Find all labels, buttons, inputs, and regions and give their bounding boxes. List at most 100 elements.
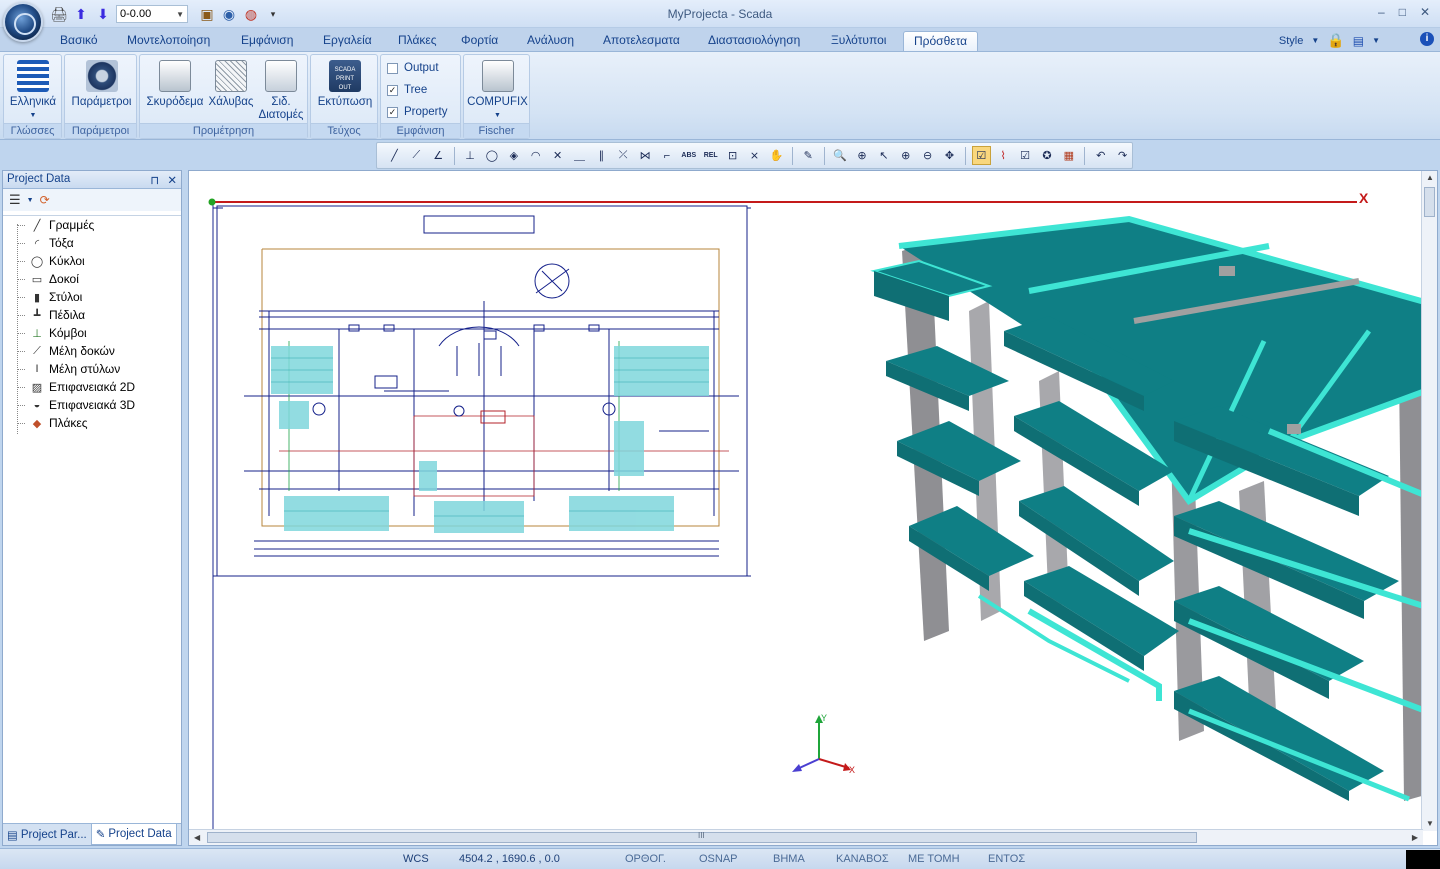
tree-checkbox[interactable]: ✓ Tree <box>387 84 427 96</box>
horizontal-scrollbar[interactable]: ◀ III ▶ <box>189 829 1423 845</box>
close-button[interactable]: ✕ <box>1420 5 1430 19</box>
zoom-in-icon[interactable]: ⊕ <box>896 146 915 165</box>
level-combo[interactable]: 0-0.00 ▼ <box>116 5 188 23</box>
tab-modeling[interactable]: Μοντελοποίηση <box>127 31 210 51</box>
perpendicular-icon[interactable]: ⊥ <box>461 146 480 165</box>
tab-loads[interactable]: Φορτία <box>461 31 498 51</box>
style-dropdown[interactable]: Style <box>1279 35 1303 47</box>
status-grid[interactable]: ΚΑΝΑΒΟΣ <box>836 853 889 865</box>
status-ortho[interactable]: ΟΡΘΟΓ. <box>625 853 666 865</box>
line-icon[interactable]: ╱ <box>385 146 404 165</box>
badge-check-icon[interactable]: ✪ <box>1038 146 1057 165</box>
parallel-icon[interactable]: ∥ <box>592 146 611 165</box>
maximize-button[interactable]: □ <box>1399 5 1406 19</box>
concrete-button[interactable]: Σκυρόδεμα <box>144 58 206 109</box>
application-menu-button[interactable] <box>3 2 43 42</box>
tree-item-surface-2d[interactable]: ▨ Επιφανειακά 2D <box>3 378 181 396</box>
undo-icon[interactable]: ↶ <box>1091 146 1110 165</box>
tab-slabs[interactable]: Πλάκες <box>398 31 437 51</box>
drawing-canvas[interactable]: X Y X ▲ ▼ ◀ III ▶ <box>188 170 1438 846</box>
checkbox-tree[interactable]: ✓ <box>387 84 398 96</box>
chevron-down-icon[interactable]: ▼ <box>1311 36 1319 45</box>
scroll-down-icon[interactable]: ▼ <box>1426 819 1434 828</box>
scroll-up-icon[interactable]: ▲ <box>1426 173 1434 182</box>
globe-icon[interactable]: ◍ <box>242 5 260 23</box>
zoom-extents-icon[interactable]: ✥ <box>940 146 959 165</box>
tab-addons[interactable]: Πρόσθετα <box>903 31 979 51</box>
tab-results[interactable]: Αποτελεσματα <box>603 31 680 51</box>
canvas-svg[interactable]: X Y X <box>189 171 1423 831</box>
tree-item-lines[interactable]: ╱ Γραμμές <box>3 216 181 234</box>
check-box-icon[interactable]: ☑ <box>1016 146 1035 165</box>
zoom-out-icon[interactable]: ⊖ <box>918 146 937 165</box>
grid-icon[interactable]: ▦ <box>1059 146 1078 165</box>
circle-icon[interactable]: ◯ <box>483 146 502 165</box>
steel-sections-button[interactable]: Σιδ. Διατομές <box>256 58 306 122</box>
tree-item-footings[interactable]: ┻ Πέδιλα <box>3 306 181 324</box>
pencil-icon[interactable]: ✎ <box>799 146 818 165</box>
scroll-right-icon[interactable]: ▶ <box>1412 833 1418 842</box>
quadrant-icon[interactable]: ◈ <box>504 146 523 165</box>
line-angle-icon[interactable]: ∠ <box>429 146 448 165</box>
horizontal-scroll-thumb[interactable]: III <box>207 831 1197 843</box>
corner-icon[interactable]: ⌐ <box>658 146 677 165</box>
pin-icon[interactable]: ⊓ <box>150 173 159 187</box>
rel-coordinates-button[interactable]: REL <box>701 146 720 165</box>
customize-qat-icon[interactable]: ▾ <box>264 5 282 23</box>
select-check-icon[interactable]: ☑ <box>971 146 991 165</box>
trim-icon[interactable]: ⤫ <box>614 146 633 165</box>
vertical-scroll-thumb[interactable] <box>1424 187 1435 217</box>
graph-icon[interactable]: ⌇ <box>994 146 1013 165</box>
tree-options-icon[interactable]: ☰ <box>9 192 21 208</box>
lock-icon[interactable]: 🔒 <box>1327 32 1344 49</box>
minimize-button[interactable]: ‒ <box>1378 5 1385 19</box>
tree-item-columns[interactable]: ▮ Στύλοι <box>3 288 181 306</box>
tree-item-beams[interactable]: ▭ Δοκοί <box>3 270 181 288</box>
output-checkbox[interactable]: Output <box>387 62 439 74</box>
tree-item-arcs[interactable]: ◜ Τόξα <box>3 234 181 252</box>
tab-analysis[interactable]: Ανάλυση <box>527 31 574 51</box>
tree-item-beam-members[interactable]: ⟋ Μέλη δοκών <box>3 342 181 360</box>
chevron-down-icon[interactable]: ▼ <box>27 197 34 204</box>
status-section[interactable]: ΜΕ ΤΟΜΗ <box>908 853 960 865</box>
steel-button[interactable]: Χάλυβας <box>206 58 256 109</box>
refresh-icon[interactable]: ⟳ <box>40 193 50 207</box>
midpoint-icon[interactable]: ⸏ <box>570 146 589 165</box>
snap-off-icon[interactable]: ⨯ <box>745 146 764 165</box>
tab-basic[interactable]: Βασικό <box>60 31 98 51</box>
abs-coordinates-button[interactable]: ABS <box>679 146 698 165</box>
help-info-icon[interactable]: i <box>1420 32 1434 46</box>
zoom-icon[interactable]: 🔍 <box>831 146 850 165</box>
node-icon[interactable]: ⋈ <box>636 146 655 165</box>
tree-item-circles[interactable]: ◯ Κύκλοι <box>3 252 181 270</box>
vertical-scrollbar[interactable]: ▲ ▼ <box>1421 171 1437 831</box>
level-down-icon[interactable]: ⬇ <box>94 5 112 23</box>
level-up-icon[interactable]: ⬆ <box>72 5 90 23</box>
print-out-button[interactable]: SCADA PRINT OUT Εκτύπωση <box>314 58 376 109</box>
checkbox-property[interactable]: ✓ <box>387 106 398 118</box>
status-step[interactable]: ΒΗΜΑ <box>773 853 805 865</box>
hand-icon[interactable]: ✋ <box>767 146 786 165</box>
greek-language-button[interactable]: Ελληνικά ▼ <box>8 58 58 122</box>
tab-view[interactable]: Εμφάνιση <box>241 31 293 51</box>
intersection-icon[interactable]: ✕ <box>548 146 567 165</box>
redo-icon[interactable]: ↷ <box>1113 146 1132 165</box>
scroll-left-icon[interactable]: ◀ <box>194 833 200 842</box>
tab-tools[interactable]: Εργαλεία <box>323 31 372 51</box>
parameters-button[interactable]: Παράμετροι <box>67 58 136 109</box>
tree-item-nodes[interactable]: ⊥ Κόμβοι <box>3 324 181 342</box>
status-wcs[interactable]: WCS <box>403 853 429 865</box>
tab-project-data[interactable]: ✎ Project Data <box>90 824 177 845</box>
tab-project-parameters[interactable]: ▤ Project Par... <box>3 824 91 845</box>
building-icon[interactable]: ▣ <box>198 5 216 23</box>
status-osnap[interactable]: OSNAP <box>699 853 738 865</box>
checkbox-output[interactable] <box>387 62 398 74</box>
view-3d-icon[interactable]: ◉ <box>220 5 238 23</box>
tree-item-column-members[interactable]: Ι Μέλη στύλων <box>3 360 181 378</box>
status-inside[interactable]: ΕΝΤΟΣ <box>988 853 1025 865</box>
print-icon[interactable]: 🖨 <box>50 5 68 23</box>
language-flag-icon[interactable]: ▤ <box>1353 34 1364 48</box>
zoom-previous-icon[interactable]: ↖ <box>874 146 893 165</box>
tab-formwork[interactable]: Ξυλότυποι <box>831 31 886 51</box>
snap-box-icon[interactable]: ⊡ <box>723 146 742 165</box>
